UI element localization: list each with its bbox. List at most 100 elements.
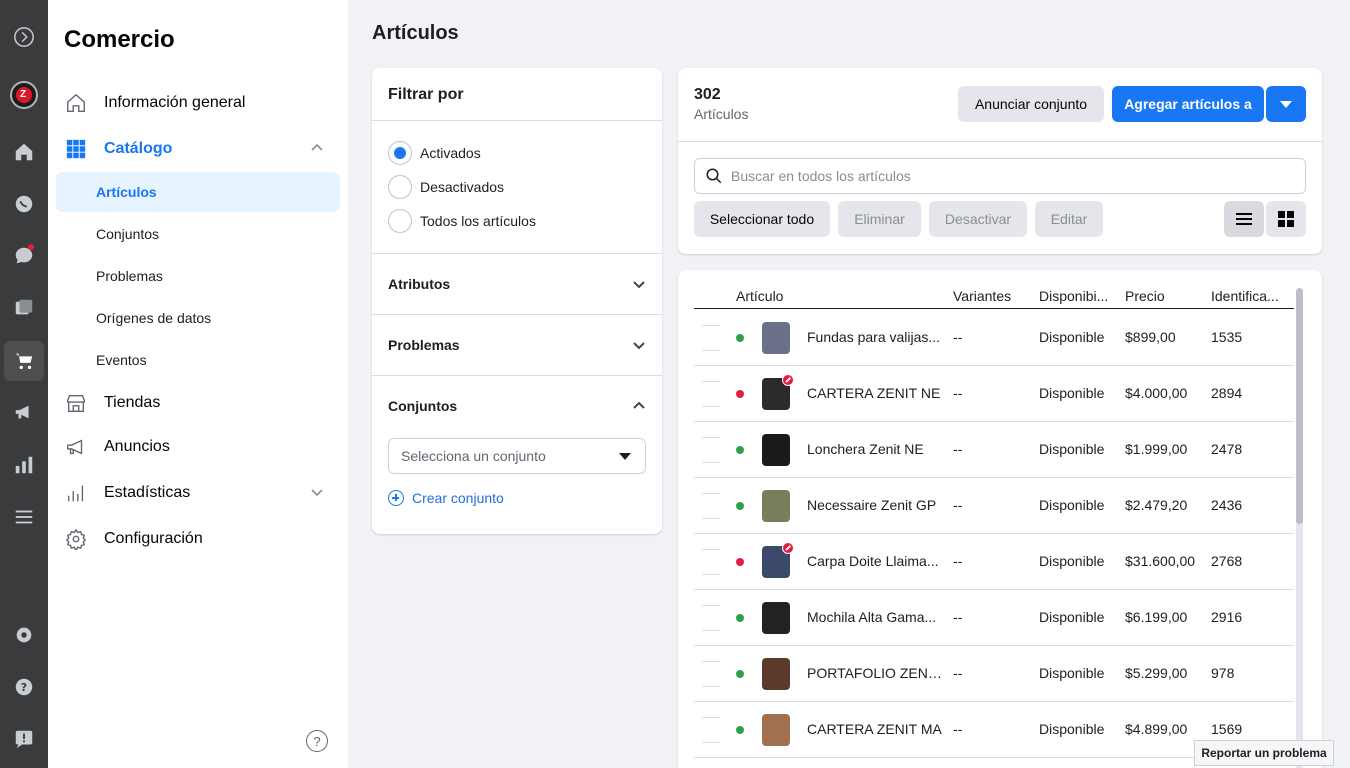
- row-checkbox[interactable]: [702, 605, 720, 631]
- search-input[interactable]: Buscar en todos los artículos: [694, 158, 1306, 194]
- row-checkbox[interactable]: [702, 493, 720, 519]
- sidebar-subitem-articles[interactable]: Artículos: [56, 172, 340, 212]
- insights-icon[interactable]: [4, 445, 44, 485]
- filter-option-all[interactable]: Todos los artículos: [388, 208, 536, 234]
- create-set-link[interactable]: Crear conjunto: [388, 490, 504, 506]
- table-row[interactable]: Mochila Alta Gama... -- Disponible $6.199,0…: [694, 590, 1294, 646]
- filter-section-sets[interactable]: Conjuntos: [388, 398, 646, 414]
- cell-name[interactable]: Necessaire Zenit GP: [807, 497, 942, 513]
- warning-badge-icon: [782, 542, 794, 554]
- column-header-variants[interactable]: Variantes: [953, 288, 1011, 304]
- cell-availability: Disponible: [1039, 665, 1105, 681]
- items-table: Artículo Variantes Disponibi... Precio I…: [678, 270, 1322, 768]
- sidebar-item-label: Anuncios: [104, 438, 170, 455]
- cell-name[interactable]: PORTAFOLIO ZENI...: [807, 665, 942, 681]
- gear-icon[interactable]: [4, 615, 44, 655]
- search-placeholder: Buscar en todos los artículos: [731, 168, 911, 184]
- product-thumbnail: [762, 322, 790, 354]
- cell-name[interactable]: Lonchera Zenit NE: [807, 441, 942, 457]
- grid-view-button[interactable]: [1266, 201, 1306, 237]
- sidebar-item-label: Estadísticas: [104, 484, 191, 501]
- table-row[interactable]: Fundas para valijas... -- Disponible $899,0…: [694, 310, 1294, 366]
- column-header-article[interactable]: Artículo: [736, 288, 783, 304]
- feedback-icon[interactable]: [4, 719, 44, 759]
- settings-gear-icon: [64, 527, 88, 551]
- row-checkbox[interactable]: [702, 437, 720, 463]
- cell-availability: Disponible: [1039, 609, 1105, 625]
- sidebar-item-shops[interactable]: Tiendas: [56, 383, 340, 423]
- delete-button[interactable]: Eliminar: [838, 201, 921, 237]
- sidebar-item-catalog[interactable]: Catálogo: [56, 129, 340, 169]
- sidebar-item-overview[interactable]: Información general: [56, 83, 340, 123]
- row-checkbox[interactable]: [702, 717, 720, 743]
- chevron-down-icon[interactable]: [310, 485, 324, 499]
- add-items-dropdown-button[interactable]: [1266, 86, 1306, 122]
- whatsapp-icon[interactable]: [4, 184, 44, 224]
- sidebar-item-ads[interactable]: Anuncios: [56, 427, 340, 467]
- set-select[interactable]: Selecciona un conjunto: [388, 438, 646, 474]
- sidebar-subitem-events[interactable]: Eventos: [56, 340, 340, 380]
- divider: [678, 141, 1322, 142]
- column-header-identifier[interactable]: Identifica...: [1211, 288, 1279, 304]
- row-checkbox[interactable]: [702, 325, 720, 351]
- cell-id: 2894: [1211, 385, 1243, 401]
- collapse-icon[interactable]: [4, 17, 44, 57]
- table-row[interactable]: Lonchera Zenit NE -- Disponible $1.999,00 24…: [694, 422, 1294, 478]
- table-scrollbar[interactable]: [1294, 286, 1306, 768]
- column-header-price[interactable]: Precio: [1125, 288, 1165, 304]
- cell-name[interactable]: CARTERA ZENIT MA: [807, 721, 942, 737]
- row-checkbox[interactable]: [702, 381, 720, 407]
- section-label: Conjuntos: [388, 398, 458, 414]
- radio-button[interactable]: [388, 141, 412, 165]
- row-checkbox[interactable]: [702, 661, 720, 687]
- filter-option-label: Activados: [420, 145, 481, 161]
- page-avatar[interactable]: [4, 75, 44, 115]
- sidebar-subitem-data-sources[interactable]: Orígenes de datos: [56, 298, 340, 338]
- sidebar-subitem-problems[interactable]: Problemas: [56, 256, 340, 296]
- cell-name[interactable]: Fundas para valijas...: [807, 329, 942, 345]
- product-thumbnail: [762, 714, 790, 746]
- cell-availability: Disponible: [1039, 441, 1105, 457]
- radio-button[interactable]: [388, 175, 412, 199]
- deactivate-button[interactable]: Desactivar: [929, 201, 1027, 237]
- help-icon[interactable]: ?: [4, 667, 44, 707]
- help-button[interactable]: ?: [306, 730, 328, 752]
- scrollbar-thumb[interactable]: [1296, 288, 1303, 524]
- filter-option-activated[interactable]: Activados: [388, 140, 481, 166]
- posts-icon[interactable]: [4, 288, 44, 328]
- row-checkbox[interactable]: [702, 549, 720, 575]
- section-label: Problemas: [388, 337, 460, 353]
- status-dot: [736, 558, 744, 566]
- select-placeholder: Selecciona un conjunto: [401, 448, 546, 464]
- cell-name[interactable]: CARTERA ZENIT NE: [807, 385, 942, 401]
- column-header-availability[interactable]: Disponibi...: [1039, 288, 1108, 304]
- menu-icon[interactable]: [4, 497, 44, 537]
- report-problem-button[interactable]: Reportar un problema: [1194, 740, 1334, 766]
- chevron-up-icon[interactable]: [310, 141, 324, 155]
- warning-badge-icon: [782, 374, 794, 386]
- cell-availability: Disponible: [1039, 553, 1105, 569]
- table-row[interactable]: PORTAFOLIO ZENI... -- Disponible $5.299,00 9…: [694, 646, 1294, 702]
- ads-megaphone-icon[interactable]: [4, 392, 44, 432]
- sidebar-item-stats[interactable]: Estadísticas: [56, 473, 340, 513]
- commerce-cart-icon[interactable]: [4, 341, 44, 381]
- table-row[interactable]: Carpa Doite Llaima... -- Disponible $31.600…: [694, 534, 1294, 590]
- select-all-button[interactable]: Seleccionar todo: [694, 201, 830, 237]
- filter-section-attributes[interactable]: Atributos: [388, 276, 646, 292]
- filter-section-problems[interactable]: Problemas: [388, 337, 646, 353]
- table-row[interactable]: CARTERA ZENIT NE -- Disponible $4.000,00 289…: [694, 366, 1294, 422]
- filter-option-deactivated[interactable]: Desactivados: [388, 174, 504, 200]
- table-row[interactable]: Necessaire Zenit GP -- Disponible $2.479,20…: [694, 478, 1294, 534]
- cell-name[interactable]: Mochila Alta Gama...: [807, 609, 942, 625]
- cell-name[interactable]: Carpa Doite Llaima...: [807, 553, 942, 569]
- cell-id: 2478: [1211, 441, 1243, 457]
- edit-button[interactable]: Editar: [1035, 201, 1103, 237]
- sidebar-subitem-sets[interactable]: Conjuntos: [56, 214, 340, 254]
- messages-icon[interactable]: [4, 236, 44, 276]
- sidebar-item-settings[interactable]: Configuración: [56, 519, 340, 559]
- add-items-button[interactable]: Agregar artículos a: [1112, 86, 1264, 122]
- announce-set-button[interactable]: Anunciar conjunto: [958, 86, 1104, 122]
- home-icon[interactable]: [4, 132, 44, 172]
- list-view-button[interactable]: [1224, 201, 1264, 237]
- radio-button[interactable]: [388, 209, 412, 233]
